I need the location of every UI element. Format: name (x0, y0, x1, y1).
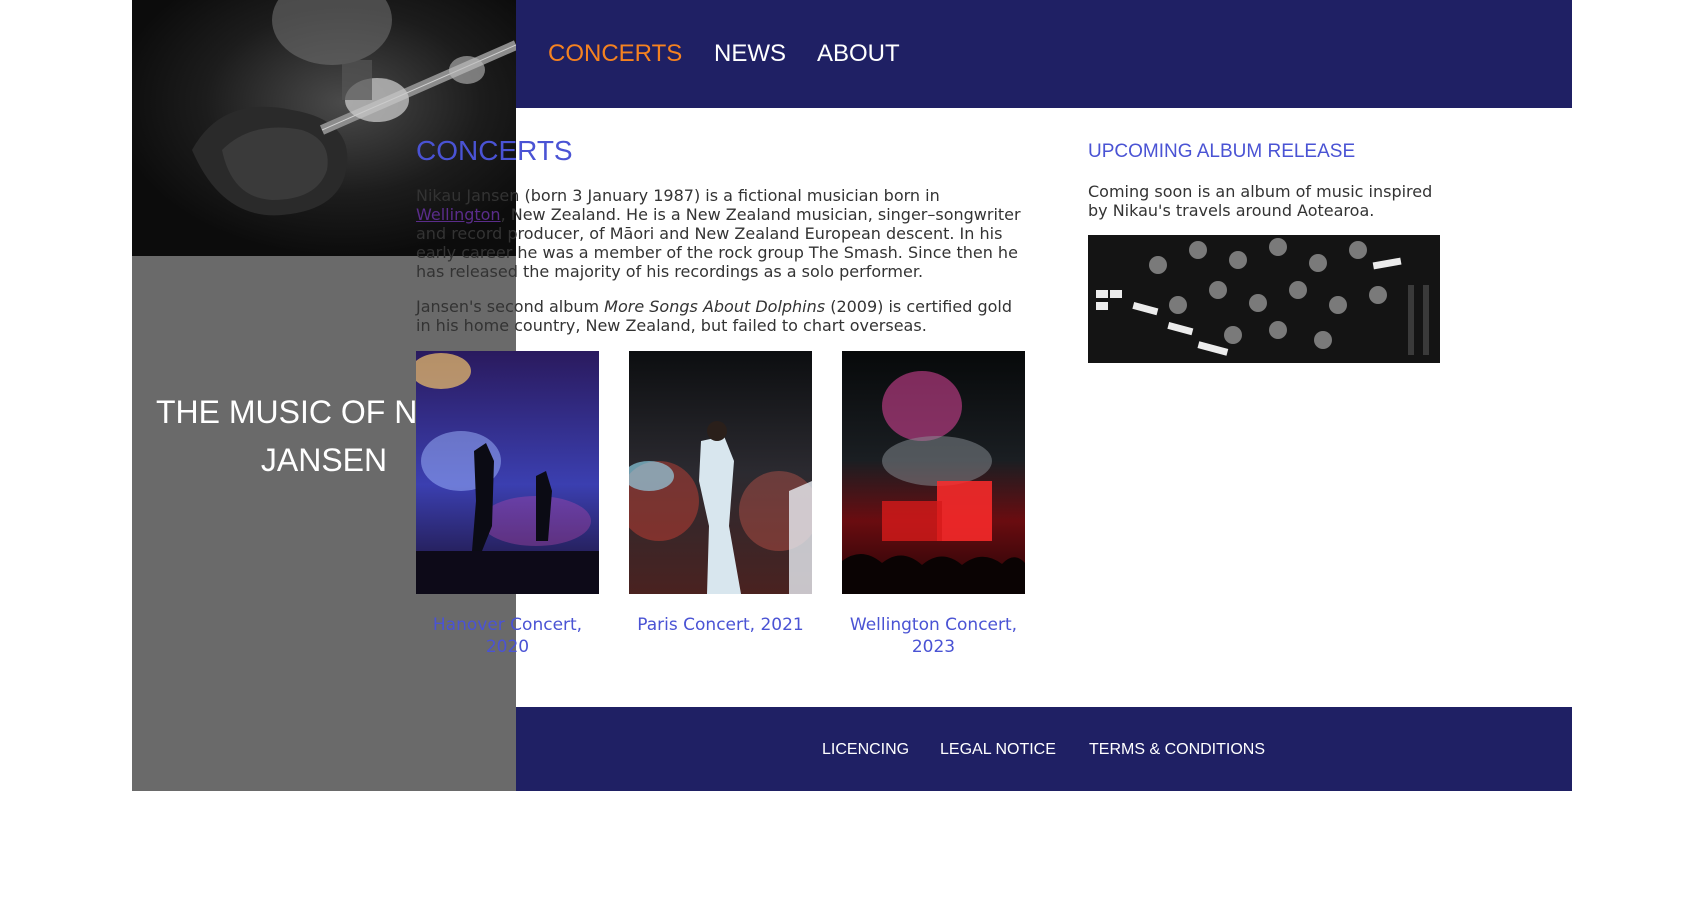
nav-news[interactable]: NEWS (714, 40, 786, 68)
album-title: More Songs About Dolphins (604, 297, 826, 316)
wellington-caption-line2: 2023 (911, 637, 956, 657)
aside-title: UPCOMING ALBUM RELEASE (1088, 141, 1356, 162)
hanover-caption-line1: Hanover Concert, (432, 615, 583, 635)
paris-concert-photo[interactable] (629, 351, 812, 594)
album-aside: UPCOMING ALBUM RELEASE Coming soon is an… (1088, 140, 1440, 363)
hanover-concert-photo[interactable] (416, 351, 599, 594)
album-text-start: Jansen's second album (416, 297, 605, 316)
wellington-concert-photo[interactable] (842, 351, 1025, 594)
page-title: CONCERTS (416, 135, 573, 166)
top-nav: CONCERTS NEWS ABOUT (516, 0, 1572, 108)
nav-concerts[interactable]: CONCERTS (548, 40, 682, 68)
hanover-caption-line2: 2020 (485, 637, 530, 657)
footer-terms-link[interactable]: TERMS & CONDITIONS (1089, 740, 1265, 759)
footer: LICENCING LEGAL NOTICE TERMS & CONDITION… (516, 707, 1572, 791)
main-content: CONCERTS Nikau Jansen (born 3 January 19… (416, 134, 1024, 335)
footer-legal-notice-link[interactable]: LEGAL NOTICE (940, 740, 1056, 759)
aside-text: Coming soon is an album of music inspire… (1088, 182, 1433, 220)
intro-text-start: Nikau Jansen (born 3 January 1987) is a … (416, 186, 940, 205)
mixer-photo (1088, 235, 1440, 363)
footer-licencing-link[interactable]: LICENCING (822, 740, 909, 759)
album-paragraph: Jansen's second album More Songs About D… (416, 297, 1026, 335)
wellington-caption-line1: Wellington Concert, (849, 615, 1018, 635)
wellington-caption[interactable]: Wellington Concert, 2023 (842, 614, 1025, 658)
concert-gallery: Hanover Concert, 2020 Paris Concert, 202… (416, 351, 1026, 661)
intro-paragraph: Nikau Jansen (born 3 January 1987) is a … (416, 186, 1026, 281)
gallery-card-wellington[interactable]: Wellington Concert, 2023 (842, 351, 1025, 658)
wellington-link[interactable]: Wellington (416, 205, 501, 224)
intro-text-end: , New Zealand. He is a New Zealand music… (416, 205, 1021, 281)
gallery-card-paris[interactable]: Paris Concert, 2021 (629, 351, 812, 636)
nav-about[interactable]: ABOUT (817, 40, 900, 68)
hanover-caption[interactable]: Hanover Concert, 2020 (416, 614, 599, 658)
paris-caption[interactable]: Paris Concert, 2021 (629, 614, 812, 636)
gallery-card-hanover[interactable]: Hanover Concert, 2020 (416, 351, 599, 658)
paris-caption-line1: Paris Concert, 2021 (637, 615, 804, 635)
